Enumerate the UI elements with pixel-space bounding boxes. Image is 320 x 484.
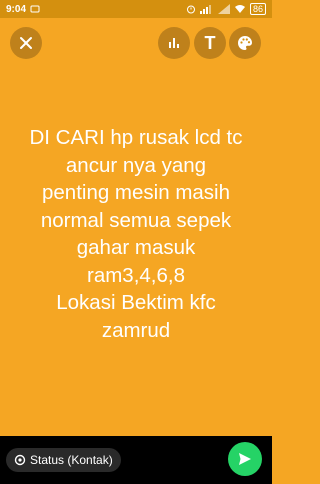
status-text-content[interactable]: DI CARI hp rusak lcd tc ancur nya yang p… bbox=[8, 124, 264, 344]
status-text-line: DI CARI hp rusak lcd tc bbox=[29, 126, 243, 149]
status-text-line: normal semua sepek bbox=[40, 208, 232, 232]
battery-level: 86 bbox=[249, 3, 266, 15]
signal-icon bbox=[199, 5, 211, 14]
status-text-line: Lokasi Bektim kfc bbox=[56, 291, 216, 314]
bar-chart-icon bbox=[169, 38, 179, 48]
status-text-line: gahar masuk bbox=[76, 236, 196, 259]
notification-icon bbox=[30, 5, 40, 13]
text-style-button[interactable]: T bbox=[194, 27, 226, 59]
clock-text: 9:04 bbox=[6, 3, 27, 15]
status-text-line: ram3,4,6,8 bbox=[87, 263, 185, 287]
privacy-selector[interactable]: Status (Kontak) bbox=[6, 448, 121, 472]
status-text-line: ancur nya yang bbox=[65, 153, 207, 177]
status-right: 86 bbox=[186, 3, 266, 15]
close-button[interactable] bbox=[10, 27, 42, 59]
status-text-line: zamrud bbox=[101, 318, 171, 342]
send-button[interactable] bbox=[228, 442, 262, 476]
bottom-bar: Status (Kontak) bbox=[0, 436, 272, 484]
stats-button[interactable] bbox=[158, 27, 190, 59]
wifi-icon bbox=[234, 5, 245, 13]
close-icon bbox=[20, 37, 32, 49]
palette-button[interactable] bbox=[229, 27, 261, 59]
signal-icon-2 bbox=[217, 4, 230, 14]
privacy-icon bbox=[14, 454, 26, 466]
palette-icon bbox=[238, 36, 252, 50]
privacy-label: Status (Kontak) bbox=[30, 453, 113, 467]
status-text-line: penting mesin masih bbox=[41, 181, 230, 204]
alarm-icon bbox=[186, 5, 195, 14]
text-icon: T bbox=[204, 32, 216, 53]
status-left: 9:04 bbox=[6, 4, 40, 15]
send-icon bbox=[239, 453, 251, 465]
system-status-bar: 9:04 86 bbox=[0, 0, 272, 18]
